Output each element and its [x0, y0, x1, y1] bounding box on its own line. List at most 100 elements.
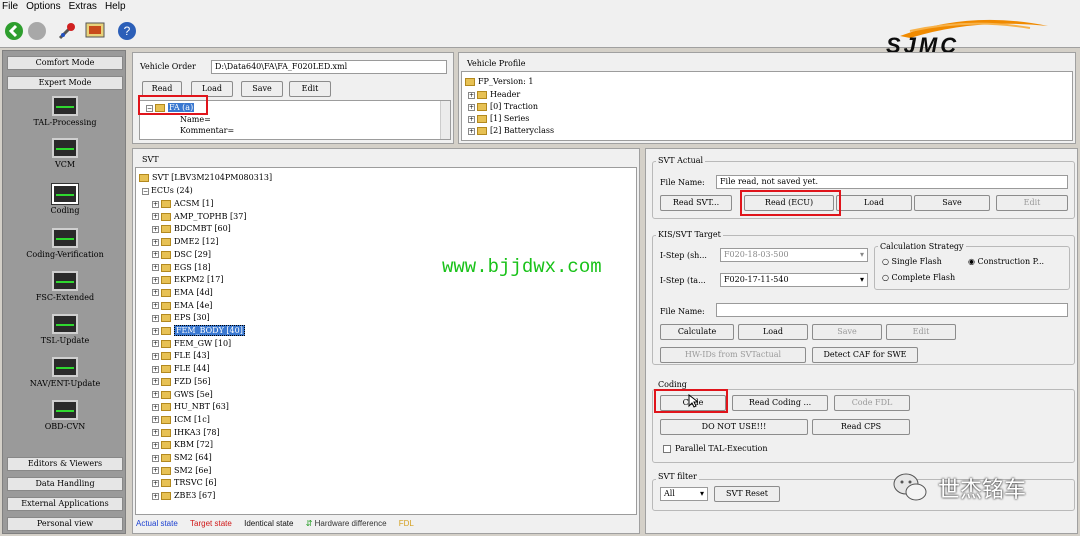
- wrench-icon[interactable]: [57, 21, 77, 41]
- green-arrow-icon[interactable]: [4, 21, 24, 41]
- svt-root-node[interactable]: SVT [LBV3M2104PM080313]: [139, 172, 272, 183]
- read-svt-button[interactable]: Read SVT...: [660, 195, 732, 211]
- istep-shipment-select[interactable]: F020-18-03-500 ▾: [720, 248, 868, 262]
- hardware-difference-icon: ⇵: [305, 519, 313, 528]
- folder-icon: [161, 301, 171, 310]
- module-vcm[interactable]: VCM: [3, 138, 127, 169]
- ecu-node[interactable]: + ICM [1c]: [152, 414, 210, 425]
- help-icon[interactable]: ?: [117, 21, 137, 41]
- fsc-extended-icon: [52, 271, 78, 291]
- mouse-cursor-icon: [688, 393, 700, 411]
- kis-save-button[interactable]: Save: [812, 324, 882, 340]
- folder-icon: [161, 238, 171, 247]
- vehicle-order-label: Vehicle Order: [140, 62, 196, 71]
- folder-icon: [161, 479, 171, 488]
- traction-node[interactable]: + [0] Traction: [468, 101, 538, 112]
- kis-load-button[interactable]: Load: [738, 324, 808, 340]
- ecu-node[interactable]: + FLE [43]: [152, 350, 210, 361]
- ecu-node[interactable]: + EMA [4d]: [152, 287, 213, 298]
- module-obd-cvn[interactable]: OBD-CVN: [3, 400, 127, 431]
- folder-icon: [161, 339, 171, 348]
- complete-flash-radio[interactable]: ○ Complete Flash: [882, 273, 955, 282]
- vo-edit-button[interactable]: Edit: [289, 81, 331, 97]
- mode-sidebar: Comfort Mode Expert Mode TAL-Processing …: [2, 50, 126, 534]
- module-tal-processing[interactable]: TAL-Processing: [3, 96, 127, 127]
- external-applications-button[interactable]: External Applications: [7, 497, 123, 511]
- series-node[interactable]: + [1] Series: [468, 113, 529, 124]
- batteryclass-node[interactable]: + [2] Batteryclass: [468, 125, 554, 136]
- do-not-use-button[interactable]: DO NOT USE!!!: [660, 419, 808, 435]
- ecu-node[interactable]: + SM2 [6e]: [152, 465, 211, 476]
- code-fdl-button[interactable]: Code FDL: [834, 395, 910, 411]
- fp-version-node[interactable]: FP_Version: 1: [465, 76, 534, 87]
- editors-viewers-button[interactable]: Editors & Viewers: [7, 457, 123, 471]
- ecu-node[interactable]: + ZBE3 [67]: [152, 490, 215, 501]
- ecu-node[interactable]: + ACSM [1]: [152, 198, 213, 209]
- fa-kommentar-node[interactable]: Kommentar=: [180, 126, 234, 135]
- ecu-node[interactable]: + FZD [56]: [152, 376, 211, 387]
- menu-options[interactable]: Options: [26, 0, 60, 14]
- ecu-node[interactable]: + GWS [5e]: [152, 389, 213, 400]
- svt-reset-button[interactable]: SVT Reset: [714, 486, 780, 502]
- module-fsc-extended[interactable]: FSC-Extended: [3, 271, 127, 302]
- kis-file-field[interactable]: [716, 303, 1068, 317]
- istep-target-select[interactable]: F020-17-11-540 ▾: [720, 273, 868, 287]
- ecu-node[interactable]: + EMA [4e]: [152, 300, 212, 311]
- calculate-button[interactable]: Calculate: [660, 324, 734, 340]
- folder-icon: [477, 91, 487, 99]
- ecu-node[interactable]: + EPS [30]: [152, 312, 210, 323]
- menu-file[interactable]: File: [2, 0, 18, 14]
- ecu-node[interactable]: + SM2 [64]: [152, 452, 212, 463]
- construction-radio[interactable]: ◉ Construction P...: [968, 257, 1044, 266]
- parallel-tal-checkbox[interactable]: Parallel TAL-Execution: [663, 444, 768, 453]
- kis-edit-button[interactable]: Edit: [886, 324, 956, 340]
- ecu-node[interactable]: + EKPM2 [17]: [152, 274, 223, 285]
- fa-name-node[interactable]: Name=: [180, 115, 211, 124]
- legend-actual: Actual state: [136, 519, 178, 528]
- module-coding-verification[interactable]: Coding-Verification: [3, 228, 127, 259]
- ecu-node[interactable]: + HU_NBT [63]: [152, 401, 229, 412]
- ecu-node[interactable]: + FEM_BODY [40]: [152, 325, 245, 336]
- read-coding-button[interactable]: Read Coding ...: [732, 395, 828, 411]
- gray-circle-icon[interactable]: [27, 21, 47, 41]
- module-nav-ent-update[interactable]: NAV/ENT-Update: [3, 357, 127, 388]
- menu-help[interactable]: Help: [105, 0, 126, 14]
- svt-actual-load-button[interactable]: Load: [836, 195, 912, 211]
- personal-view-button[interactable]: Personal view: [7, 517, 123, 531]
- svt-actual-save-button[interactable]: Save: [914, 195, 990, 211]
- svt-actual-file-field[interactable]: File read, not saved yet.: [716, 175, 1068, 189]
- header-node[interactable]: + Header: [468, 89, 520, 100]
- svt-actual-file-label: File Name:: [660, 178, 705, 187]
- ecu-node[interactable]: + FLE [44]: [152, 363, 210, 374]
- detect-caf-button[interactable]: Detect CAF for SWE: [812, 347, 918, 363]
- ecus-node[interactable]: − ECUs (24): [142, 185, 193, 196]
- tal-processing-icon: [52, 96, 78, 116]
- vo-scrollbar[interactable]: [440, 101, 450, 139]
- monitor-icon[interactable]: [85, 21, 105, 41]
- ecu-node[interactable]: + FEM_GW [10]: [152, 338, 231, 349]
- single-flash-radio[interactable]: ○ Single Flash: [882, 257, 942, 266]
- menu-extras[interactable]: Extras: [69, 0, 97, 14]
- vcm-icon: [52, 138, 78, 158]
- module-coding[interactable]: Coding: [3, 183, 127, 215]
- svt-actual-edit-button[interactable]: Edit: [996, 195, 1068, 211]
- legend-identical: Identical state: [244, 519, 294, 528]
- ecu-node[interactable]: + TRSVC [6]: [152, 477, 217, 488]
- comfort-mode-button[interactable]: Comfort Mode: [7, 56, 123, 70]
- module-tsl-update[interactable]: TSL-Update: [3, 314, 127, 345]
- ecu-node[interactable]: + IHKA3 [78]: [152, 427, 220, 438]
- read-cps-button[interactable]: Read CPS: [812, 419, 910, 435]
- ecu-node[interactable]: + AMP_TOPHB [37]: [152, 211, 246, 222]
- ecu-node[interactable]: + KBM [72]: [152, 439, 213, 450]
- ecu-node[interactable]: + DME2 [12]: [152, 236, 219, 247]
- hw-ids-button[interactable]: HW-IDs from SVTactual: [660, 347, 806, 363]
- ecu-node[interactable]: + EGS [18]: [152, 262, 211, 273]
- vo-save-button[interactable]: Save: [241, 81, 283, 97]
- expert-mode-button[interactable]: Expert Mode: [7, 76, 123, 90]
- svt-filter-select[interactable]: All ▾: [660, 487, 708, 501]
- data-handling-button[interactable]: Data Handling: [7, 477, 123, 491]
- ecu-node[interactable]: + DSC [29]: [152, 249, 211, 260]
- vehicle-order-path-field[interactable]: D:\Data640\FA\FA_F020LED.xml: [211, 60, 447, 74]
- ecu-node[interactable]: + BDCMBT [60]: [152, 223, 231, 234]
- legend-hardware: Hardware difference: [314, 519, 387, 528]
